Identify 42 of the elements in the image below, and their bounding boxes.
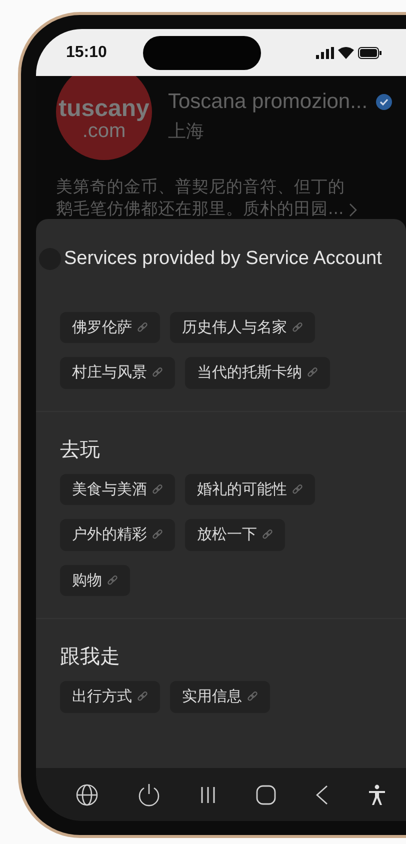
service-link[interactable]: 当代的托斯卡纳	[185, 357, 330, 388]
service-link[interactable]: 出行方式	[60, 681, 160, 712]
home-icon[interactable]	[256, 784, 276, 804]
link-icon	[292, 322, 303, 333]
accessibility-icon[interactable]	[368, 784, 386, 806]
link-icon	[107, 574, 118, 586]
chevron-right-icon	[349, 202, 357, 217]
description-line: 鹅毛笔仿佛都还在那里。质朴的田园...	[56, 198, 345, 220]
verified-icon	[376, 94, 392, 110]
battery-icon	[358, 46, 382, 58]
signal-icon	[316, 46, 334, 58]
service-link[interactable]: 历史伟人与名家	[170, 312, 315, 343]
back-icon[interactable]	[316, 784, 328, 804]
service-link[interactable]: 实用信息	[170, 681, 270, 712]
service-link[interactable]: 村庄与风景	[60, 357, 175, 388]
description-line: 美第奇的金币、普契尼的音符、但丁的	[56, 176, 345, 198]
link-icon	[152, 529, 163, 540]
account-name: Toscana promozion...	[168, 89, 368, 115]
service-link[interactable]: 放松一下	[185, 519, 285, 550]
link-icon	[137, 691, 148, 702]
recents-icon[interactable]	[200, 786, 216, 804]
service-link[interactable]: 佛罗伦萨	[60, 312, 160, 343]
sheet-title: Services provided by Service Account	[64, 247, 382, 271]
link-icon	[137, 322, 148, 333]
section-heading: 去玩	[60, 436, 101, 462]
wifi-icon	[338, 46, 354, 58]
link-icon	[152, 484, 163, 495]
link-icon	[262, 529, 273, 540]
account-location: 上海	[168, 120, 205, 144]
status-time: 15:10	[66, 42, 107, 62]
service-link[interactable]: 购物	[60, 564, 130, 596]
link-icon	[247, 691, 258, 702]
link-icon	[292, 484, 303, 495]
logo: tuscany .com	[56, 76, 152, 160]
link-icon	[152, 367, 163, 378]
service-link[interactable]: 婚礼的可能性	[185, 474, 315, 505]
globe-icon[interactable]	[76, 784, 98, 806]
service-link[interactable]: 户外的精彩	[60, 519, 175, 550]
link-icon	[307, 367, 318, 378]
power-icon[interactable]	[138, 782, 160, 806]
section-heading: 跟我走	[60, 643, 121, 670]
service-link[interactable]: 美食与美酒	[60, 474, 175, 505]
